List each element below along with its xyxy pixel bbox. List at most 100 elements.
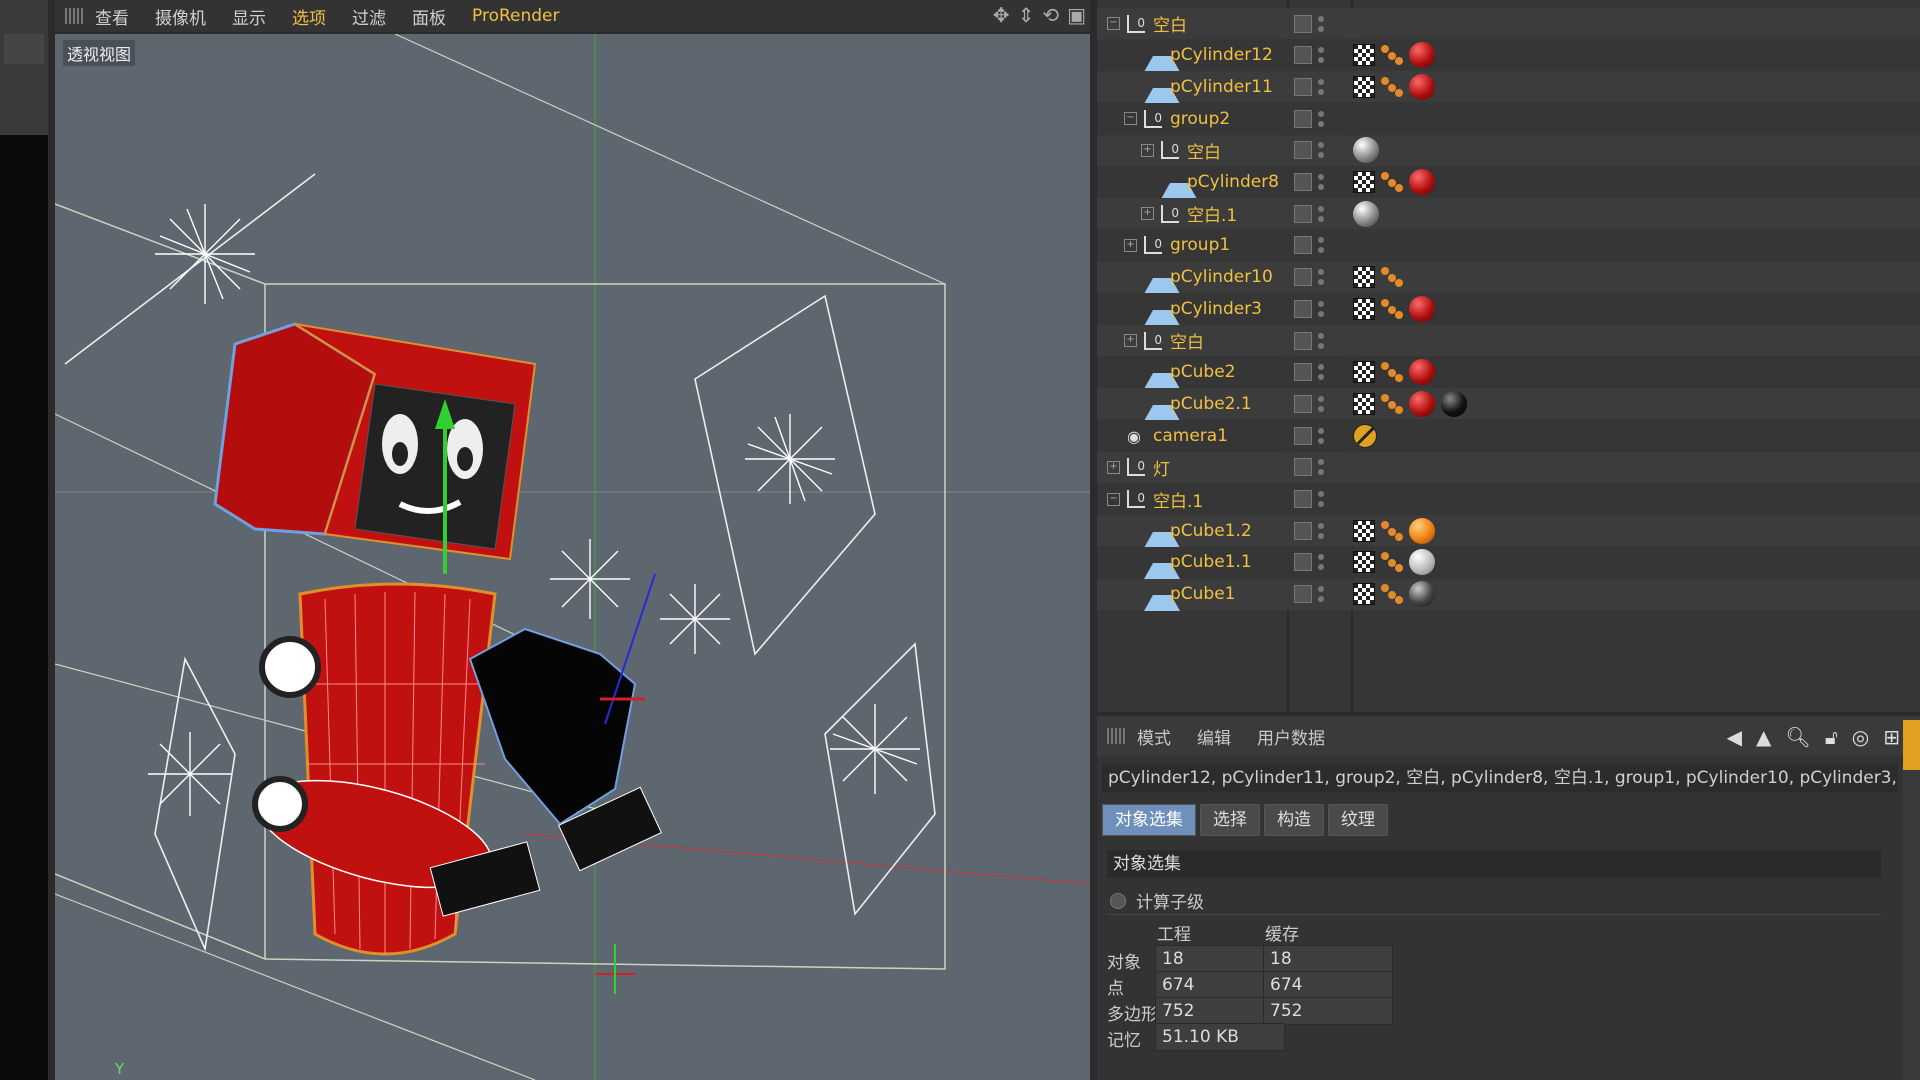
object-name[interactable]: 空白.1 xyxy=(1187,201,1237,226)
object-row[interactable]: pCube1.1 xyxy=(1097,546,1920,580)
expand-toggle-icon[interactable]: − xyxy=(1107,17,1120,30)
object-row[interactable]: +0 group1 xyxy=(1097,229,1920,261)
visibility-dots[interactable] xyxy=(1318,584,1324,604)
object-row[interactable]: pCylinder12 xyxy=(1097,39,1920,73)
object-name[interactable]: 空白 xyxy=(1153,11,1187,36)
search-icon[interactable]: 🔍︎ xyxy=(1785,725,1810,749)
visibility-dots[interactable] xyxy=(1318,14,1324,34)
move-view-icon[interactable]: ✥ xyxy=(993,3,1010,27)
object-name[interactable]: 空白.1 xyxy=(1153,487,1203,512)
phong-tag-icon[interactable] xyxy=(1381,267,1403,288)
uvw-tag-icon[interactable] xyxy=(1353,75,1375,98)
up-arrow-icon[interactable]: ▲ xyxy=(1756,725,1771,749)
phong-tag-icon[interactable] xyxy=(1381,520,1403,541)
expand-toggle-icon[interactable]: + xyxy=(1124,238,1137,252)
visibility-dots[interactable] xyxy=(1318,331,1324,351)
layer-toggle[interactable] xyxy=(1294,394,1312,413)
object-name[interactable]: group2 xyxy=(1170,109,1230,129)
expand-toggle-icon[interactable]: + xyxy=(1141,143,1154,157)
layer-toggle[interactable] xyxy=(1294,236,1312,255)
lock-icon[interactable]: 🔓︎ xyxy=(1825,725,1838,749)
protection-tag-icon[interactable] xyxy=(1353,423,1377,448)
material-tag-icon[interactable] xyxy=(1409,169,1435,195)
object-name[interactable]: 空白 xyxy=(1170,328,1204,353)
phong-tag-icon[interactable] xyxy=(1381,584,1403,605)
uvw-tag-icon[interactable] xyxy=(1353,519,1375,542)
rotate-view-icon[interactable]: ⟲ xyxy=(1042,3,1059,27)
object-row[interactable]: +0 空白 xyxy=(1097,134,1920,166)
uvw-tag-icon[interactable] xyxy=(1353,44,1375,67)
tab-object-selection[interactable]: 对象选集 xyxy=(1102,804,1196,836)
object-name[interactable]: pCylinder3 xyxy=(1170,299,1262,319)
object-name[interactable]: 灯 xyxy=(1153,455,1170,480)
object-row[interactable]: −0 空白 xyxy=(1097,8,1920,39)
object-row[interactable]: pCylinder11 xyxy=(1097,71,1920,104)
visibility-dots[interactable] xyxy=(1318,489,1324,509)
object-row[interactable]: +0 空白.1 xyxy=(1097,198,1920,230)
uvw-tag-icon[interactable] xyxy=(1353,551,1375,574)
tab-selection[interactable]: 选择 xyxy=(1200,804,1260,836)
visibility-dots[interactable] xyxy=(1318,235,1324,255)
visibility-dots[interactable] xyxy=(1318,457,1324,477)
toggle-view-icon[interactable]: ▣ xyxy=(1067,3,1086,27)
phong-tag-icon[interactable] xyxy=(1381,76,1403,97)
object-row[interactable]: +0 灯 xyxy=(1097,451,1920,483)
object-name[interactable]: camera1 xyxy=(1153,426,1228,446)
layer-toggle[interactable] xyxy=(1294,204,1312,223)
visibility-dots[interactable] xyxy=(1318,426,1324,446)
visibility-dots[interactable] xyxy=(1318,140,1324,160)
object-name[interactable]: pCylinder12 xyxy=(1170,45,1273,65)
object-row[interactable]: −0 group2 xyxy=(1097,103,1920,135)
phong-tag-icon[interactable] xyxy=(1381,362,1403,383)
grip-icon[interactable] xyxy=(65,8,83,24)
material-tag-icon[interactable] xyxy=(1353,137,1379,164)
object-name[interactable]: pCube2.1 xyxy=(1170,394,1252,414)
visibility-dots[interactable] xyxy=(1318,552,1324,572)
material-tag-icon[interactable] xyxy=(1353,200,1379,227)
phong-tag-icon[interactable] xyxy=(1381,393,1403,414)
uvw-tag-icon[interactable] xyxy=(1353,171,1375,193)
compute-children-checkbox[interactable] xyxy=(1110,892,1126,909)
phong-tag-icon[interactable] xyxy=(1381,298,1403,319)
menu-prorender[interactable]: ProRender xyxy=(472,6,560,26)
expand-toggle-icon[interactable]: + xyxy=(1124,334,1137,347)
visibility-dots[interactable] xyxy=(1318,45,1324,65)
visibility-dots[interactable] xyxy=(1318,521,1324,541)
material-tag-icon[interactable] xyxy=(1409,581,1435,608)
uvw-tag-icon[interactable] xyxy=(1353,361,1375,384)
object-row[interactable]: pCylinder8 xyxy=(1097,166,1920,199)
compute-children-option[interactable]: 计算子级 xyxy=(1110,888,1204,913)
layer-toggle[interactable] xyxy=(1294,363,1312,382)
layer-toggle[interactable] xyxy=(1294,109,1312,128)
object-name[interactable]: 空白 xyxy=(1187,138,1221,163)
visibility-dots[interactable] xyxy=(1318,172,1324,192)
back-arrow-icon[interactable]: ◀ xyxy=(1727,725,1742,749)
menu-panel[interactable]: 面板 xyxy=(412,4,446,29)
phong-tag-icon[interactable] xyxy=(1381,552,1403,573)
visibility-dots[interactable] xyxy=(1318,109,1324,129)
material-tag-icon[interactable] xyxy=(1409,73,1435,100)
layer-toggle[interactable] xyxy=(1294,458,1312,477)
material-tag-icon[interactable] xyxy=(1409,390,1435,417)
object-name[interactable]: pCube1 xyxy=(1170,584,1236,604)
object-row[interactable]: pCube2.1 xyxy=(1097,388,1920,421)
object-row[interactable]: pCylinder10 xyxy=(1097,261,1920,295)
new-panel-icon[interactable]: ⊞ xyxy=(1883,725,1900,749)
visibility-dots[interactable] xyxy=(1318,267,1324,287)
layer-toggle[interactable] xyxy=(1294,77,1312,96)
layer-toggle[interactable] xyxy=(1294,173,1312,191)
visibility-dots[interactable] xyxy=(1318,362,1324,382)
menu-camera[interactable]: 摄像机 xyxy=(155,4,206,29)
menu-view[interactable]: 查看 xyxy=(95,4,129,29)
menu-options[interactable]: 选项 xyxy=(292,4,326,29)
layer-toggle[interactable] xyxy=(1294,141,1312,160)
menu-mode[interactable]: 模式 xyxy=(1137,724,1171,749)
layer-toggle[interactable] xyxy=(1294,14,1312,33)
object-row[interactable]: pCube1 xyxy=(1097,578,1920,612)
object-row[interactable]: +0 空白 xyxy=(1097,325,1920,356)
layer-toggle[interactable] xyxy=(1294,585,1312,604)
menu-user-data[interactable]: 用户数据 xyxy=(1257,724,1325,749)
object-name[interactable]: pCylinder11 xyxy=(1170,77,1273,97)
visibility-dots[interactable] xyxy=(1318,204,1324,224)
object-name[interactable]: pCylinder8 xyxy=(1187,172,1279,192)
